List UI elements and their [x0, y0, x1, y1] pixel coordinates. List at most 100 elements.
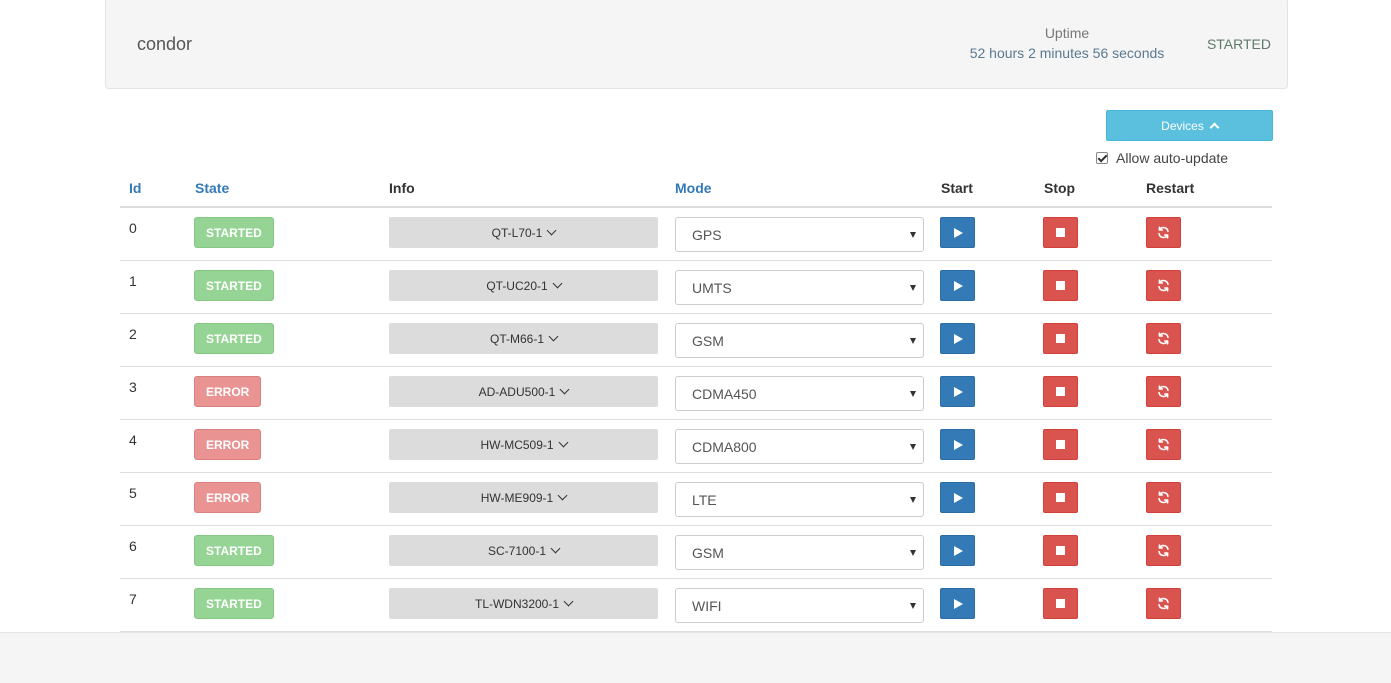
device-mode-select[interactable]: GPS: [675, 217, 924, 252]
device-info-toggle[interactable]: HW-MC509-1: [389, 429, 658, 460]
device-info-toggle[interactable]: HW-ME909-1: [389, 482, 658, 513]
device-info-label: HW-ME909-1: [480, 490, 554, 505]
device-mode-value: CDMA450: [692, 385, 757, 402]
stop-icon: [1056, 493, 1065, 502]
start-button[interactable]: [940, 323, 975, 354]
chevron-up-icon: [1209, 122, 1220, 133]
device-info-label: SC-7100-1: [487, 543, 547, 558]
table-header: Id State Info Mode Start Stop Restart: [120, 172, 1272, 208]
server-header-panel: condor Uptime 52 hours 2 minutes 56 seco…: [105, 0, 1288, 89]
column-header-state[interactable]: State: [195, 180, 229, 196]
table-row: 3 ERROR AD-ADU500-1 CDMA450: [120, 367, 1272, 420]
stop-button[interactable]: [1043, 429, 1078, 460]
refresh-icon: [1157, 544, 1170, 557]
restart-button[interactable]: [1146, 323, 1181, 354]
device-mode-select[interactable]: UMTS: [675, 270, 924, 305]
device-info-toggle[interactable]: QT-UC20-1: [389, 270, 658, 301]
device-info-toggle[interactable]: QT-L70-1: [389, 217, 658, 248]
stop-button[interactable]: [1043, 535, 1078, 566]
stop-button[interactable]: [1043, 482, 1078, 513]
chevron-down-icon: [558, 437, 569, 448]
stop-button[interactable]: [1043, 323, 1078, 354]
refresh-icon: [1157, 279, 1170, 292]
device-info-label: AD-ADU500-1: [478, 384, 556, 399]
device-mode-select[interactable]: GSM: [675, 535, 924, 570]
server-name: condor: [137, 34, 193, 54]
select-caret-icon: [910, 497, 916, 503]
start-button[interactable]: [940, 270, 975, 301]
device-mode-select[interactable]: LTE: [675, 482, 924, 517]
stop-button[interactable]: [1043, 270, 1078, 301]
select-caret-icon: [910, 285, 916, 291]
device-state-badge: ERROR: [194, 482, 262, 513]
table-row: 6 STARTED SC-7100-1 GSM: [120, 526, 1272, 579]
device-info-toggle[interactable]: SC-7100-1: [389, 535, 658, 566]
restart-button[interactable]: [1146, 535, 1181, 566]
stop-icon: [1056, 546, 1065, 555]
device-info-label: QT-L70-1: [491, 225, 543, 240]
stop-icon: [1056, 281, 1065, 290]
table-row: 7 STARTED TL-WDN3200-1 WIFI: [120, 579, 1272, 632]
restart-button[interactable]: [1146, 429, 1181, 460]
device-mode-value: GPS: [692, 226, 722, 243]
device-id: 5: [129, 485, 137, 501]
device-mode-select[interactable]: CDMA800: [675, 429, 924, 464]
refresh-icon: [1157, 332, 1170, 345]
device-mode-select[interactable]: CDMA450: [675, 376, 924, 411]
table-row: 5 ERROR HW-ME909-1 LTE: [120, 473, 1272, 526]
device-info-toggle[interactable]: QT-M66-1: [389, 323, 658, 354]
play-icon: [954, 492, 963, 503]
auto-update-control: Allow auto-update: [1096, 150, 1228, 166]
restart-button[interactable]: [1146, 270, 1181, 301]
device-id: 1: [129, 273, 137, 289]
device-state-badge: STARTED: [194, 588, 274, 619]
device-id: 0: [129, 220, 137, 236]
stop-button[interactable]: [1043, 376, 1078, 407]
stop-button[interactable]: [1043, 217, 1078, 248]
column-header-stop: Stop: [1044, 180, 1076, 196]
start-button[interactable]: [940, 429, 975, 460]
start-button[interactable]: [940, 376, 975, 407]
device-state-badge: STARTED: [194, 217, 274, 248]
device-mode-value: CDMA800: [692, 438, 757, 455]
devices-toggle-button[interactable]: Devices: [1106, 110, 1273, 141]
device-state-badge: STARTED: [194, 270, 274, 301]
refresh-icon: [1157, 438, 1170, 451]
select-caret-icon: [910, 391, 916, 397]
chevron-down-icon: [546, 225, 557, 236]
device-info-label: HW-MC509-1: [480, 437, 554, 452]
restart-button[interactable]: [1146, 217, 1181, 248]
play-icon: [954, 439, 963, 450]
stop-icon: [1056, 599, 1065, 608]
column-header-id[interactable]: Id: [129, 180, 141, 196]
device-info-toggle[interactable]: TL-WDN3200-1: [389, 588, 658, 619]
start-button[interactable]: [940, 482, 975, 513]
device-info-toggle[interactable]: AD-ADU500-1: [389, 376, 658, 407]
play-icon: [954, 227, 963, 238]
stop-icon: [1056, 228, 1065, 237]
stop-button[interactable]: [1043, 588, 1078, 619]
device-id: 3: [129, 379, 137, 395]
stop-icon: [1056, 334, 1065, 343]
start-button[interactable]: [940, 217, 975, 248]
device-id: 4: [129, 432, 137, 448]
table-row: 1 STARTED QT-UC20-1 UMTS: [120, 261, 1272, 314]
page-footer: [0, 632, 1391, 683]
restart-button[interactable]: [1146, 588, 1181, 619]
column-header-start: Start: [941, 180, 973, 196]
select-caret-icon: [910, 232, 916, 238]
play-icon: [954, 333, 963, 344]
start-button[interactable]: [940, 588, 975, 619]
device-mode-value: UMTS: [692, 279, 732, 296]
auto-update-checkbox[interactable]: [1096, 152, 1108, 164]
device-mode-select[interactable]: GSM: [675, 323, 924, 358]
device-mode-value: GSM: [692, 544, 724, 561]
restart-button[interactable]: [1146, 376, 1181, 407]
play-icon: [954, 545, 963, 556]
device-id: 6: [129, 538, 137, 554]
device-mode-select[interactable]: WIFI: [675, 588, 924, 623]
column-header-mode[interactable]: Mode: [675, 180, 712, 196]
restart-button[interactable]: [1146, 482, 1181, 513]
device-info-label: QT-M66-1: [489, 331, 544, 346]
start-button[interactable]: [940, 535, 975, 566]
